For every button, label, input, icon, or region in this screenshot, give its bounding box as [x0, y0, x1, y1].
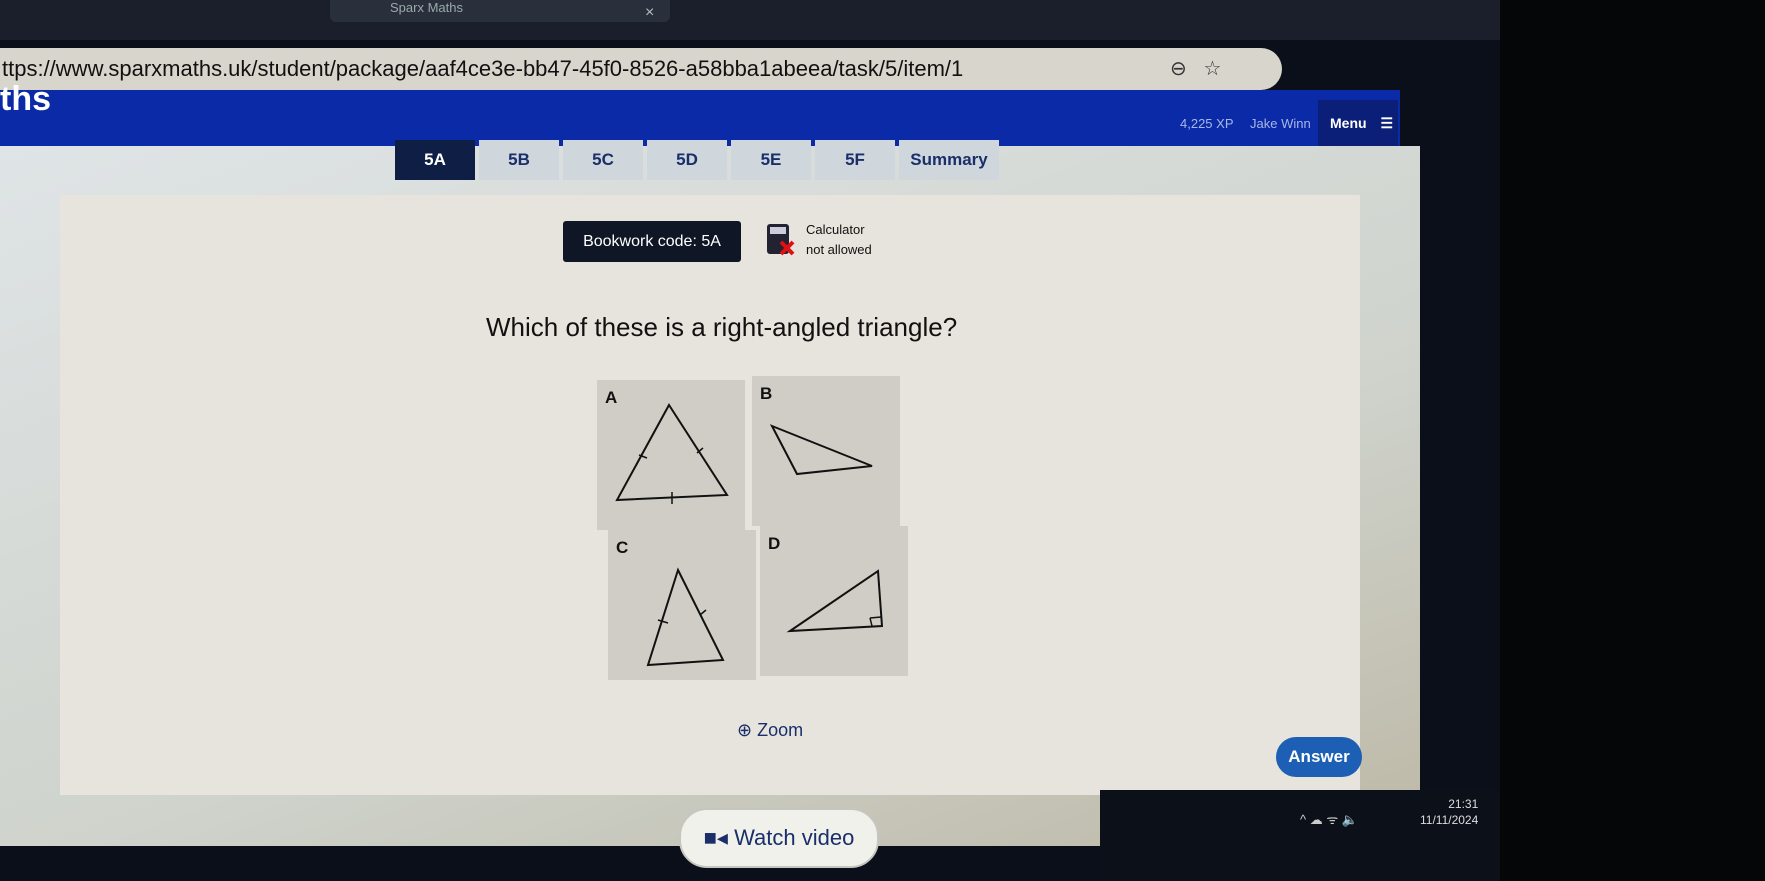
option-a[interactable]: A: [597, 380, 745, 530]
scalene-triangle: [769, 424, 873, 476]
tab-5b[interactable]: 5B: [479, 140, 559, 180]
option-d[interactable]: D: [760, 526, 908, 676]
tab-title: Sparx Maths: [390, 0, 463, 15]
tab-5f[interactable]: 5F: [815, 140, 895, 180]
zoom-out-icon[interactable]: ⊖: [1170, 58, 1187, 80]
tab-5c[interactable]: 5C: [563, 140, 643, 180]
menu-button[interactable]: Menu ☰: [1318, 100, 1398, 146]
zoom-button[interactable]: ⊕ Zoom: [737, 720, 803, 741]
calculator-not-allowed-icon: [767, 224, 795, 256]
clock-date: 11/11/2024: [1420, 813, 1479, 827]
question-text: Which of these is a right-angled triangl…: [486, 312, 958, 342]
watch-video-label: Watch video: [734, 825, 855, 850]
calculator-status-text: not allowed: [806, 242, 872, 257]
logo[interactable]: ths: [0, 80, 51, 119]
option-c[interactable]: C: [608, 530, 756, 680]
isosceles-triangle: [646, 567, 725, 667]
answer-button[interactable]: Answer: [1276, 737, 1362, 777]
video-camera-icon: ■◂: [703, 825, 728, 850]
zoom-label: Zoom: [757, 720, 804, 740]
browser-tab[interactable]: Sparx Maths: [330, 0, 670, 22]
taskbar-clock[interactable]: 21:31 11/11/2024: [1420, 796, 1478, 828]
user-name[interactable]: Jake Winn: [1250, 116, 1311, 131]
task-tabs: 5A 5B 5C 5D 5E 5F Summary: [395, 140, 999, 180]
option-b[interactable]: B: [752, 376, 900, 526]
tab-5a[interactable]: 5A: [395, 140, 475, 180]
address-bar-icons: ⊖ ☆: [1170, 56, 1221, 81]
watch-video-button[interactable]: ■◂ Watch video: [679, 808, 879, 868]
equilateral-triangle: [615, 403, 729, 504]
calculator-label: Calculator: [806, 222, 865, 237]
close-tab-icon[interactable]: ×: [645, 4, 654, 22]
menu-label: Menu: [1330, 115, 1367, 131]
zoom-icon: ⊕: [737, 720, 753, 740]
bookmark-star-icon[interactable]: ☆: [1203, 58, 1221, 80]
hamburger-icon: ☰: [1380, 115, 1394, 131]
clock-time: 21:31: [1448, 797, 1479, 811]
tab-5d[interactable]: 5D: [647, 140, 727, 180]
tab-summary[interactable]: Summary: [899, 140, 999, 180]
bookwork-code: Bookwork code: 5A: [563, 221, 741, 262]
tab-5e[interactable]: 5E: [731, 140, 811, 180]
system-tray-icons[interactable]: ^ ☁ ᯤ 🔈: [1300, 810, 1358, 828]
address-bar[interactable]: ttps://www.sparxmaths.uk/student/package…: [0, 48, 1282, 90]
xp-count: 4,225 XP: [1180, 116, 1234, 131]
right-angled-triangle: [786, 569, 884, 633]
monitor-bezel: [1500, 0, 1765, 881]
calculator-status: Calculator not allowed: [806, 220, 872, 260]
